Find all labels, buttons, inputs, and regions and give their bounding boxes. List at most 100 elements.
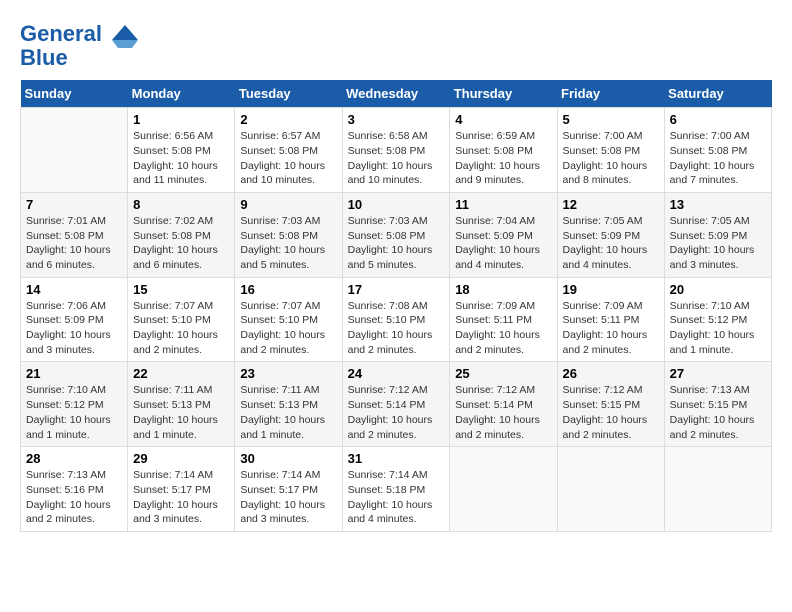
calendar-cell: 6 Sunrise: 7:00 AM Sunset: 5:08 PM Daylig… [664, 108, 771, 193]
calendar-cell: 5Sunrise: 7:00 AM Sunset: 5:08 PM Daylig… [557, 108, 664, 193]
page-header: General Blue [20, 20, 772, 70]
weekday-header-sunday: Sunday [21, 80, 128, 108]
day-number: 17 [348, 282, 445, 297]
weekday-header-row: SundayMondayTuesdayWednesdayThursdayFrid… [21, 80, 772, 108]
day-info: Sunrise: 7:03 AM Sunset: 5:08 PM Dayligh… [240, 214, 336, 273]
calendar-cell: 17 Sunrise: 7:08 AM Sunset: 5:10 PM Dayli… [342, 277, 450, 362]
calendar-cell: 15 Sunrise: 7:07 AM Sunset: 5:10 PM Dayli… [128, 277, 235, 362]
day-number: 23 [240, 366, 336, 381]
calendar-cell: 29 Sunrise: 7:14 AM Sunset: 5:17 PM Dayli… [128, 447, 235, 532]
calendar-cell: 1Sunrise: 6:56 AM Sunset: 5:08 PM Daylig… [128, 108, 235, 193]
day-number: 26 [563, 366, 659, 381]
calendar-header: SundayMondayTuesdayWednesdayThursdayFrid… [21, 80, 772, 108]
day-number: 20 [670, 282, 766, 297]
calendar-table: SundayMondayTuesdayWednesdayThursdayFrid… [20, 80, 772, 532]
calendar-cell: 9 Sunrise: 7:03 AM Sunset: 5:08 PM Daylig… [235, 192, 342, 277]
day-info: Sunrise: 7:02 AM Sunset: 5:08 PM Dayligh… [133, 214, 229, 273]
day-number: 16 [240, 282, 336, 297]
calendar-cell: 18 Sunrise: 7:09 AM Sunset: 5:11 PM Dayli… [450, 277, 557, 362]
day-info: Sunrise: 7:00 AM Sunset: 5:08 PM Dayligh… [670, 129, 766, 188]
week-row-1: 1Sunrise: 6:56 AM Sunset: 5:08 PM Daylig… [21, 108, 772, 193]
calendar-cell: 21 Sunrise: 7:10 AM Sunset: 5:12 PM Dayli… [21, 362, 128, 447]
day-info: Sunrise: 6:59 AM Sunset: 5:08 PM Dayligh… [455, 129, 551, 188]
day-info: Sunrise: 7:08 AM Sunset: 5:10 PM Dayligh… [348, 299, 445, 358]
calendar-cell: 7 Sunrise: 7:01 AM Sunset: 5:08 PM Daylig… [21, 192, 128, 277]
day-info: Sunrise: 7:14 AM Sunset: 5:17 PM Dayligh… [133, 468, 229, 527]
day-number: 9 [240, 197, 336, 212]
day-number: 14 [26, 282, 122, 297]
day-number: 24 [348, 366, 445, 381]
day-info: Sunrise: 7:05 AM Sunset: 5:09 PM Dayligh… [563, 214, 659, 273]
calendar-cell: 11 Sunrise: 7:04 AM Sunset: 5:09 PM Dayli… [450, 192, 557, 277]
logo-general: General [20, 21, 102, 46]
day-info: Sunrise: 7:12 AM Sunset: 5:15 PM Dayligh… [563, 383, 659, 442]
calendar-cell: 2 Sunrise: 6:57 AM Sunset: 5:08 PM Daylig… [235, 108, 342, 193]
day-info: Sunrise: 7:04 AM Sunset: 5:09 PM Dayligh… [455, 214, 551, 273]
calendar-cell: 24 Sunrise: 7:12 AM Sunset: 5:14 PM Dayli… [342, 362, 450, 447]
day-info: Sunrise: 7:06 AM Sunset: 5:09 PM Dayligh… [26, 299, 122, 358]
weekday-header-thursday: Thursday [450, 80, 557, 108]
day-number: 15 [133, 282, 229, 297]
calendar-cell: 22 Sunrise: 7:11 AM Sunset: 5:13 PM Dayli… [128, 362, 235, 447]
calendar-cell: 23Sunrise: 7:11 AM Sunset: 5:13 PM Dayli… [235, 362, 342, 447]
calendar-cell: 31Sunrise: 7:14 AM Sunset: 5:18 PM Dayli… [342, 447, 450, 532]
day-info: Sunrise: 7:09 AM Sunset: 5:11 PM Dayligh… [455, 299, 551, 358]
calendar-cell: 10Sunrise: 7:03 AM Sunset: 5:08 PM Dayli… [342, 192, 450, 277]
day-number: 22 [133, 366, 229, 381]
day-info: Sunrise: 7:01 AM Sunset: 5:08 PM Dayligh… [26, 214, 122, 273]
calendar-cell: 12 Sunrise: 7:05 AM Sunset: 5:09 PM Dayli… [557, 192, 664, 277]
day-info: Sunrise: 6:56 AM Sunset: 5:08 PM Dayligh… [133, 129, 229, 188]
day-number: 6 [670, 112, 766, 127]
day-number: 21 [26, 366, 122, 381]
day-info: Sunrise: 7:11 AM Sunset: 5:13 PM Dayligh… [133, 383, 229, 442]
weekday-header-monday: Monday [128, 80, 235, 108]
day-number: 12 [563, 197, 659, 212]
calendar-cell: 14 Sunrise: 7:06 AM Sunset: 5:09 PM Dayli… [21, 277, 128, 362]
calendar-cell [664, 447, 771, 532]
day-number: 27 [670, 366, 766, 381]
day-info: Sunrise: 7:14 AM Sunset: 5:18 PM Dayligh… [348, 468, 445, 527]
day-info: Sunrise: 7:10 AM Sunset: 5:12 PM Dayligh… [26, 383, 122, 442]
day-number: 3 [348, 112, 445, 127]
calendar-cell: 16 Sunrise: 7:07 AM Sunset: 5:10 PM Dayli… [235, 277, 342, 362]
calendar-cell: 20 Sunrise: 7:10 AM Sunset: 5:12 PM Dayli… [664, 277, 771, 362]
week-row-2: 7 Sunrise: 7:01 AM Sunset: 5:08 PM Daylig… [21, 192, 772, 277]
day-info: Sunrise: 6:57 AM Sunset: 5:08 PM Dayligh… [240, 129, 336, 188]
day-number: 11 [455, 197, 551, 212]
calendar-cell: 26 Sunrise: 7:12 AM Sunset: 5:15 PM Dayli… [557, 362, 664, 447]
day-info: Sunrise: 7:07 AM Sunset: 5:10 PM Dayligh… [240, 299, 336, 358]
day-number: 28 [26, 451, 122, 466]
day-number: 29 [133, 451, 229, 466]
day-number: 7 [26, 197, 122, 212]
week-row-4: 21 Sunrise: 7:10 AM Sunset: 5:12 PM Dayli… [21, 362, 772, 447]
day-info: Sunrise: 7:13 AM Sunset: 5:16 PM Dayligh… [26, 468, 122, 527]
day-info: Sunrise: 7:05 AM Sunset: 5:09 PM Dayligh… [670, 214, 766, 273]
day-number: 2 [240, 112, 336, 127]
calendar-cell: 25 Sunrise: 7:12 AM Sunset: 5:14 PM Dayli… [450, 362, 557, 447]
weekday-header-saturday: Saturday [664, 80, 771, 108]
day-number: 4 [455, 112, 551, 127]
day-info: Sunrise: 7:07 AM Sunset: 5:10 PM Dayligh… [133, 299, 229, 358]
day-number: 30 [240, 451, 336, 466]
day-info: Sunrise: 7:14 AM Sunset: 5:17 PM Dayligh… [240, 468, 336, 527]
calendar-cell: 8 Sunrise: 7:02 AM Sunset: 5:08 PM Daylig… [128, 192, 235, 277]
logo: General Blue [20, 20, 140, 70]
weekday-header-wednesday: Wednesday [342, 80, 450, 108]
day-info: Sunrise: 7:03 AM Sunset: 5:08 PM Dayligh… [348, 214, 445, 273]
weekday-header-tuesday: Tuesday [235, 80, 342, 108]
calendar-cell [557, 447, 664, 532]
day-info: Sunrise: 7:10 AM Sunset: 5:12 PM Dayligh… [670, 299, 766, 358]
calendar-cell: 4 Sunrise: 6:59 AM Sunset: 5:08 PM Daylig… [450, 108, 557, 193]
day-number: 19 [563, 282, 659, 297]
day-number: 8 [133, 197, 229, 212]
day-info: Sunrise: 7:12 AM Sunset: 5:14 PM Dayligh… [455, 383, 551, 442]
day-info: Sunrise: 7:09 AM Sunset: 5:11 PM Dayligh… [563, 299, 659, 358]
calendar-cell: 3Sunrise: 6:58 AM Sunset: 5:08 PM Daylig… [342, 108, 450, 193]
day-info: Sunrise: 7:00 AM Sunset: 5:08 PM Dayligh… [563, 129, 659, 188]
week-row-3: 14 Sunrise: 7:06 AM Sunset: 5:09 PM Dayli… [21, 277, 772, 362]
day-info: Sunrise: 7:13 AM Sunset: 5:15 PM Dayligh… [670, 383, 766, 442]
day-info: Sunrise: 7:12 AM Sunset: 5:14 PM Dayligh… [348, 383, 445, 442]
day-number: 18 [455, 282, 551, 297]
day-number: 25 [455, 366, 551, 381]
calendar-cell: 30 Sunrise: 7:14 AM Sunset: 5:17 PM Dayli… [235, 447, 342, 532]
